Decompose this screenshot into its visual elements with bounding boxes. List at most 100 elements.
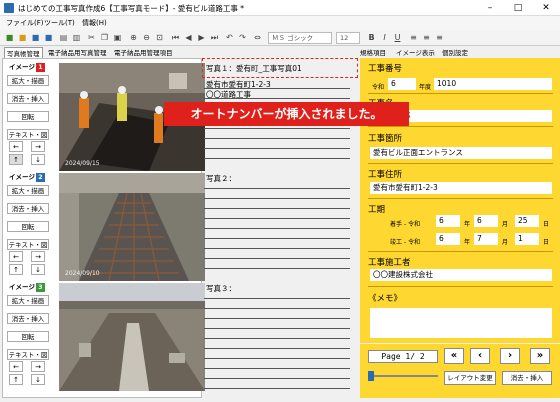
tab-photo-book[interactable]: 写真帳管理 bbox=[4, 47, 43, 58]
end-day-field[interactable]: 1 bbox=[515, 233, 539, 245]
erase-insert-button-1[interactable]: 消去・挿入 bbox=[7, 93, 49, 104]
italic-icon[interactable]: I bbox=[379, 32, 390, 43]
save-as-icon[interactable]: ■ bbox=[43, 32, 54, 43]
right-arrow-button-2[interactable]: → bbox=[31, 251, 45, 262]
cut-icon[interactable]: ✂ bbox=[86, 32, 97, 43]
maximize-button[interactable]: □ bbox=[504, 0, 532, 16]
prev-page-icon[interactable]: ◀ bbox=[183, 32, 194, 43]
start-day-field[interactable]: 25 bbox=[515, 215, 539, 227]
bold-icon[interactable]: B bbox=[366, 32, 377, 43]
erase-insert-button-3[interactable]: 消去・挿入 bbox=[7, 313, 49, 324]
first-page-icon[interactable]: ⏮ bbox=[170, 32, 181, 43]
close-button[interactable]: ✕ bbox=[532, 0, 560, 16]
image-label-3: イメージ 3 bbox=[9, 281, 45, 292]
layout-change-button[interactable]: レイアウト変更 bbox=[444, 371, 496, 385]
rotate-left-icon[interactable]: ↶ bbox=[224, 32, 235, 43]
fit-icon[interactable]: ⊡ bbox=[154, 32, 165, 43]
rotate-button-3[interactable]: 回転 bbox=[7, 331, 49, 342]
print-icon[interactable]: ▤ bbox=[58, 32, 69, 43]
next-page-icon[interactable]: ▶ bbox=[196, 32, 207, 43]
prev-page-button[interactable]: ‹ bbox=[470, 348, 490, 364]
zoom-slider-track[interactable] bbox=[368, 375, 438, 377]
end-month-field[interactable]: 7 bbox=[474, 233, 498, 245]
photo-title-2[interactable]: 写真２： bbox=[206, 173, 236, 184]
next-page-button[interactable]: › bbox=[500, 348, 520, 364]
paste-icon[interactable]: ▣ bbox=[112, 32, 123, 43]
preview-icon[interactable]: ▥ bbox=[71, 32, 82, 43]
tab-image-display[interactable]: イメージ表示 bbox=[396, 47, 435, 57]
end-day-unit: 日 bbox=[543, 239, 550, 246]
new-icon[interactable]: ■ bbox=[4, 32, 15, 43]
text-figure-button-3[interactable]: テキスト・図 bbox=[7, 349, 49, 360]
nendo-field[interactable]: 6 bbox=[388, 78, 416, 90]
align-center-icon[interactable]: ≡ bbox=[421, 32, 432, 43]
down-arrow-button-3[interactable]: ↓ bbox=[31, 374, 45, 385]
font-size-select[interactable]: 12 bbox=[336, 32, 360, 44]
end-year-field[interactable]: 6 bbox=[436, 233, 460, 245]
erase-insert-button-2[interactable]: 消去・挿入 bbox=[7, 203, 49, 214]
zoom-slider-thumb[interactable] bbox=[368, 371, 374, 381]
left-arrow-button-1[interactable]: ← bbox=[9, 141, 23, 152]
last-page-icon[interactable]: ⏭ bbox=[209, 32, 220, 43]
last-page-button[interactable]: » bbox=[530, 348, 550, 364]
koji-jusho-field[interactable]: 愛有市愛有町1-2-3 bbox=[370, 182, 552, 194]
sekosha-field[interactable]: 〇〇建設株式会社 bbox=[370, 269, 552, 281]
photo-title-3[interactable]: 写真３： bbox=[206, 283, 236, 294]
right-arrow-button-1[interactable]: → bbox=[31, 141, 45, 152]
chakushu-reiwa: - 令和 bbox=[404, 221, 421, 228]
menu-file[interactable]: ファイル(F) bbox=[6, 18, 44, 28]
end-year-unit: 年 bbox=[464, 239, 471, 246]
zoom-out-icon[interactable]: ⊖ bbox=[141, 32, 152, 43]
rotate-right-icon[interactable]: ↷ bbox=[237, 32, 248, 43]
start-month-field[interactable]: 6 bbox=[474, 215, 498, 227]
underline-icon[interactable]: U bbox=[392, 32, 403, 43]
copy-icon[interactable]: ❐ bbox=[99, 32, 110, 43]
rotate-button-2[interactable]: 回転 bbox=[7, 221, 49, 232]
rotate-button-1[interactable]: 回転 bbox=[7, 111, 49, 122]
zoom-in-icon[interactable]: ⊕ bbox=[128, 32, 139, 43]
tab-standard-items[interactable]: 規格項目 bbox=[360, 47, 386, 57]
erase-insert-button[interactable]: 消去・挿入 bbox=[502, 371, 552, 385]
menu-info[interactable]: 情報(H) bbox=[82, 18, 107, 28]
open-folder-icon[interactable]: ■ bbox=[17, 32, 28, 43]
left-arrow-button-2[interactable]: ← bbox=[9, 251, 23, 262]
text-figure-button-1[interactable]: テキスト・図 bbox=[7, 129, 49, 140]
tab-electronic-items[interactable]: 電子納品用管理項目 bbox=[114, 47, 173, 57]
left-arrow-button-3[interactable]: ← bbox=[9, 361, 23, 372]
down-arrow-button-1[interactable]: ↓ bbox=[31, 154, 45, 165]
photo-3[interactable] bbox=[59, 283, 205, 391]
up-arrow-button-2[interactable]: ↑ bbox=[9, 264, 23, 275]
koji-kasho-field[interactable]: 愛有ビル正面エントランス bbox=[370, 147, 552, 159]
zoom-draw-button-3[interactable]: 拡大・描画 bbox=[7, 295, 49, 306]
start-year-unit: 年 bbox=[464, 221, 471, 228]
koji-bango-field[interactable]: 1010 bbox=[434, 78, 552, 90]
up-arrow-button-3[interactable]: ↑ bbox=[9, 374, 23, 385]
shunko-reiwa: - 令和 bbox=[404, 239, 421, 246]
photo-2[interactable]: 2024/09/10 bbox=[59, 173, 205, 281]
image-label-2: イメージ 2 bbox=[9, 171, 45, 182]
left-tabs: 写真帳管理 電子納品用写真管理 電子納品用管理項目 bbox=[0, 46, 205, 58]
right-arrow-button-3[interactable]: → bbox=[31, 361, 45, 372]
align-left-icon[interactable]: ≡ bbox=[408, 32, 419, 43]
tab-electronic-photo[interactable]: 電子納品用写真管理 bbox=[48, 47, 107, 57]
font-name-select[interactable]: ＭＳ ゴシック bbox=[268, 32, 332, 44]
menu-tools[interactable]: ツール(T) bbox=[44, 18, 75, 28]
nendo-label: 年度 bbox=[419, 84, 432, 91]
text-figure-button-2[interactable]: テキスト・図 bbox=[7, 239, 49, 250]
start-year-field[interactable]: 6 bbox=[436, 215, 460, 227]
notification-banner: オートナンバーが挿入されました。 bbox=[164, 102, 409, 126]
zoom-draw-button-2[interactable]: 拡大・描画 bbox=[7, 185, 49, 196]
down-arrow-button-2[interactable]: ↓ bbox=[31, 264, 45, 275]
memo-field[interactable] bbox=[370, 308, 552, 338]
arrow-icon[interactable]: ⇔ bbox=[252, 32, 263, 43]
zoom-draw-button-1[interactable]: 拡大・描画 bbox=[7, 75, 49, 86]
save-icon[interactable]: ■ bbox=[30, 32, 41, 43]
minimize-button[interactable]: – bbox=[476, 0, 504, 16]
align-right-icon[interactable]: ≡ bbox=[434, 32, 445, 43]
page-indicator: Page 1/ 2 bbox=[368, 350, 438, 363]
tab-individual-settings[interactable]: 個別設定 bbox=[442, 47, 468, 57]
start-day-unit: 日 bbox=[543, 221, 550, 228]
up-arrow-button-1[interactable]: ↑ bbox=[9, 154, 23, 165]
menu-bar: ファイル(F) ツール(T) 情報(H) bbox=[0, 16, 560, 30]
first-page-button[interactable]: « bbox=[444, 348, 464, 364]
